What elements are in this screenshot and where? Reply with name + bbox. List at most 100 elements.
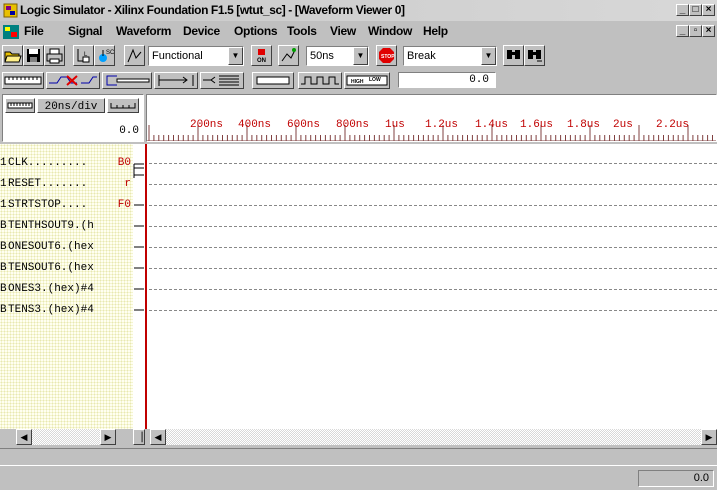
wave-scroll-left-button[interactable]: ◀	[150, 429, 166, 445]
menu-options[interactable]: Options	[234, 24, 278, 38]
time-per-div-value: 20ns/div	[44, 101, 98, 113]
signal-scroll-right-button[interactable]: ▶	[100, 429, 116, 445]
zoom-out-button[interactable]	[102, 72, 152, 89]
simulation-mode-select[interactable]: Functional ▼	[148, 46, 244, 66]
ruler-button[interactable]	[2, 72, 44, 89]
tick-label: 2.2us	[656, 119, 690, 131]
signal-row[interactable]: 1STRTSTOP.... F0	[0, 195, 133, 216]
signal-value: r	[124, 178, 131, 190]
menu-device[interactable]: Device	[183, 24, 220, 38]
signal-row[interactable]: BTENS3.(hex)#4	[0, 300, 133, 321]
time-per-div-display[interactable]: 20ns/div	[37, 98, 105, 113]
waveform-trace	[149, 184, 717, 185]
time-cursor-field[interactable]: 0.0	[398, 72, 496, 88]
tick-label: 2us	[613, 119, 633, 131]
signal-name: TENS3.(hex)#4	[8, 304, 94, 316]
wave-scroll-track[interactable]	[166, 429, 701, 445]
signal-row[interactable]: 1RESET....... r	[0, 174, 133, 195]
signal-row[interactable]: BONESOUT6.(hex	[0, 237, 133, 258]
status-value: 0.0	[638, 470, 714, 487]
tick-label: 600ns	[287, 119, 321, 131]
signal-name: STRTSTOP....	[8, 199, 88, 211]
ruler-expand-icon	[110, 103, 136, 109]
menu-view[interactable]: View	[330, 24, 356, 38]
bus-button[interactable]	[200, 72, 244, 89]
sc-probe-button[interactable]: SC	[94, 45, 115, 66]
save-button[interactable]	[23, 45, 44, 66]
waveform-trace	[149, 289, 717, 290]
signal-value: B0	[117, 157, 131, 169]
on-switch-icon: ON	[257, 49, 266, 64]
signal-value-column	[133, 144, 145, 429]
waveform-box-icon	[256, 76, 290, 85]
chevron-down-icon[interactable]: ▼	[481, 47, 496, 65]
child-minimize-button[interactable]: _	[676, 25, 689, 37]
menu-tools[interactable]: Tools	[287, 24, 317, 38]
menu-window[interactable]: Window	[368, 24, 412, 38]
signal-scroll-left-button[interactable]: ◀	[16, 429, 32, 445]
waveform-trace	[149, 205, 717, 206]
menu-waveform[interactable]: Waveform	[116, 24, 171, 38]
probe-button[interactable]: L	[73, 45, 94, 66]
zoom-out-icon	[106, 75, 150, 86]
marker-button[interactable]	[154, 72, 198, 89]
step-time-value: 50ns	[310, 50, 334, 62]
value-scroll-button[interactable]: ▕	[133, 429, 145, 445]
chevron-down-icon[interactable]: ▼	[353, 47, 368, 65]
print-button[interactable]	[44, 45, 65, 66]
waveform-box-button[interactable]	[252, 72, 294, 89]
signal-row[interactable]: BTENSOUT6.(hex	[0, 258, 133, 279]
on-switch-button[interactable]: ON	[251, 45, 272, 66]
signal-type: 1	[0, 157, 7, 169]
high-low-button[interactable]: HIGH LOW	[344, 72, 390, 89]
step-waveform-icon	[281, 48, 296, 62]
open-button[interactable]	[2, 45, 23, 66]
close-button[interactable]: ×	[702, 4, 715, 16]
clock-pattern-button[interactable]	[298, 72, 342, 89]
child-restore-button[interactable]: ▫	[689, 25, 702, 37]
signal-type: 1	[0, 178, 7, 190]
zoom-in-button[interactable]	[46, 72, 100, 89]
open-folder-icon	[4, 51, 22, 63]
signal-type: 1	[0, 199, 7, 211]
zoom-out-scale-button[interactable]	[107, 98, 139, 113]
menu-help[interactable]: Help	[423, 24, 448, 38]
minimize-button[interactable]: _	[676, 4, 689, 16]
probe-icon: L	[77, 49, 90, 63]
step-button[interactable]	[278, 45, 299, 66]
menu-signal[interactable]: Signal	[68, 24, 103, 38]
waveform-trace	[149, 226, 717, 227]
time-ruler[interactable]: 200ns 400ns 600ns 800ns 1us 1.2us 1.4us …	[146, 94, 717, 142]
tick-label: 1.2us	[425, 119, 459, 131]
signal-row[interactable]: BTENTHSOUT9.(h	[0, 216, 133, 237]
break-mode-select[interactable]: Break ▼	[403, 46, 497, 66]
waveform-trace	[149, 247, 717, 248]
title-bar[interactable]: Logic Simulator - Xilinx Foundation F1.5…	[0, 0, 717, 21]
svg-text:HIGH: HIGH	[351, 79, 364, 85]
print-icon	[46, 48, 63, 64]
zoom-in-scale-button[interactable]	[5, 98, 35, 113]
find-button[interactable]	[503, 45, 524, 66]
signal-row[interactable]: 1CLK......... B0	[0, 153, 133, 174]
status-bar: 0.0	[0, 465, 717, 490]
step-time-select[interactable]: 50ns ▼	[306, 46, 369, 66]
signal-name: ONESOUT6.(hex	[8, 241, 94, 253]
wave-scroll-right-button[interactable]: ▶	[701, 429, 717, 445]
menu-bar: File Signal Waveform Device Options Tool…	[0, 21, 717, 42]
waveform-area[interactable]	[147, 144, 717, 429]
simulation-mode-value: Functional	[152, 50, 203, 62]
ruler-icon	[4, 76, 42, 85]
mdi-child-icon[interactable]	[3, 25, 19, 39]
menu-file[interactable]: File	[24, 24, 44, 38]
waveform-trace	[149, 310, 717, 311]
maximize-button[interactable]: □	[689, 4, 702, 16]
trace-button[interactable]	[124, 45, 145, 66]
child-close-button[interactable]: ×	[702, 25, 715, 37]
stop-button[interactable]: STOP	[376, 45, 397, 66]
marker-icon	[158, 75, 194, 86]
signal-name: CLK.........	[8, 157, 88, 169]
signal-row[interactable]: BONES3.(hex)#4	[0, 279, 133, 300]
chevron-down-icon[interactable]: ▼	[228, 47, 243, 65]
find-next-button[interactable]	[524, 45, 545, 66]
signal-scroll-track[interactable]	[32, 429, 100, 445]
